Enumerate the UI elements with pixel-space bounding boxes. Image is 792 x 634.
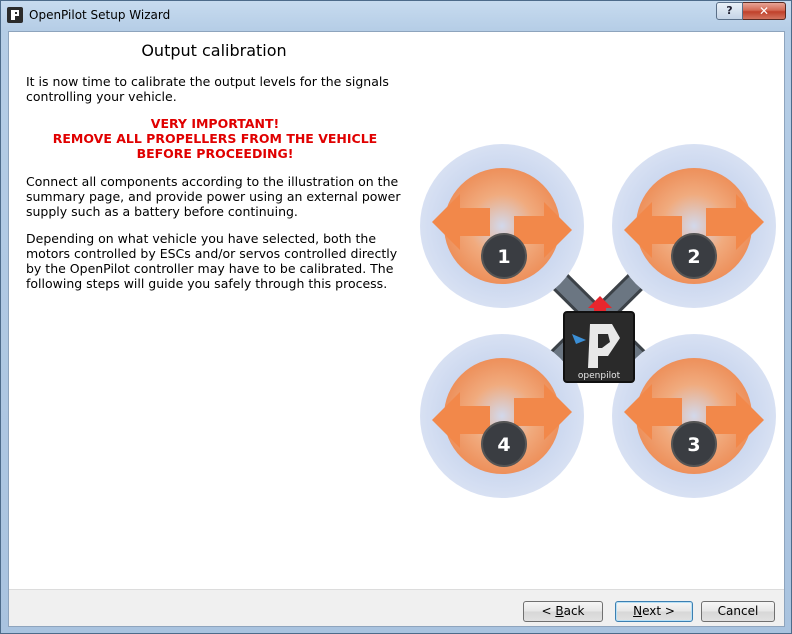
next-button-mnemonic: N	[633, 604, 643, 618]
motor-3-label: 3	[687, 434, 700, 456]
window-controls: ? ✕	[716, 2, 786, 21]
warning-line: REMOVE ALL PROPELLERS FROM THE VEHICLE	[52, 131, 378, 146]
back-button-rest: ack	[563, 604, 585, 618]
motor-1: 1	[420, 144, 584, 308]
warning-text: VERY IMPORTANT! REMOVE ALL PROPELLERS FR…	[29, 116, 401, 161]
connect-instructions: Connect all components according to the …	[26, 174, 401, 219]
warning-line: BEFORE PROCEEDING!	[136, 146, 294, 161]
flight-controller: openpilot	[563, 311, 635, 383]
intro-text: It is now time to calibrate the output l…	[26, 74, 389, 104]
motor-3: 3	[612, 334, 776, 498]
close-button[interactable]: ✕	[743, 2, 786, 20]
next-button[interactable]: Next >	[615, 601, 693, 622]
title-bar[interactable]: OpenPilot Setup Wizard ? ✕	[1, 1, 791, 31]
warning-line: VERY IMPORTANT!	[150, 116, 280, 131]
back-button[interactable]: < Back	[523, 601, 603, 622]
page-title: Output calibration	[141, 41, 287, 60]
motor-4: 4	[420, 334, 584, 498]
window-title: OpenPilot Setup Wizard	[29, 8, 171, 22]
openpilot-logo-text: openpilot	[578, 371, 621, 381]
calibration-description: Depending on what vehicle you have selec…	[26, 231, 398, 291]
cancel-button[interactable]: Cancel	[701, 601, 775, 622]
button-bar: < Back Next > Cancel	[9, 590, 784, 626]
motor-4-label: 4	[497, 434, 510, 456]
back-button-mnemonic: B	[555, 604, 564, 618]
quadcopter-illustration: 1 2 4 3 openpilot	[412, 134, 784, 518]
motor-1-label: 1	[497, 246, 510, 268]
motor-2: 2	[612, 144, 776, 308]
app-icon	[7, 7, 23, 23]
wizard-page: Output calibration It is now time to cal…	[8, 31, 785, 627]
next-button-rest: ext >	[642, 604, 675, 618]
help-button[interactable]: ?	[716, 2, 743, 20]
wizard-window: OpenPilot Setup Wizard ? ✕ Output calibr…	[0, 0, 792, 634]
back-button-prefix: <	[541, 604, 556, 618]
motor-2-label: 2	[687, 246, 700, 268]
